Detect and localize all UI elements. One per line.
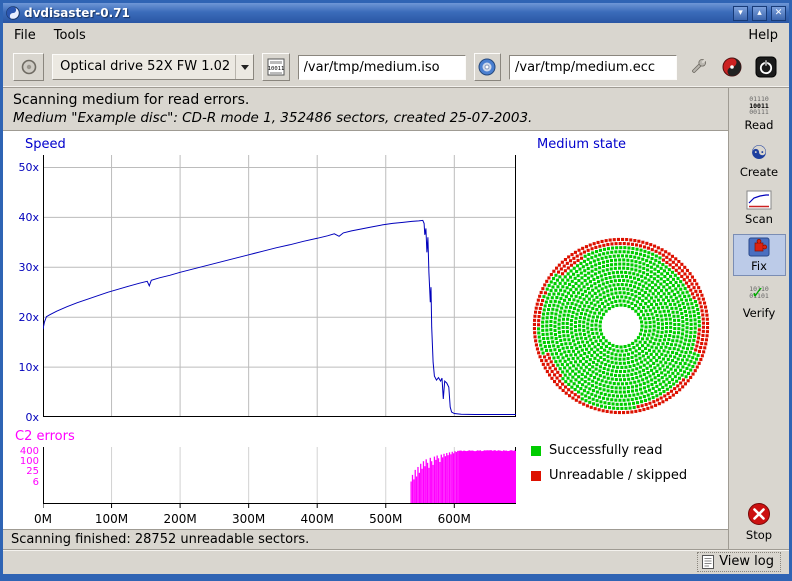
scan-canvas: Speed Medium state 0x 10x 20x 30x 40x 50x C2 … (3, 131, 728, 529)
sector-tick-100M: 100M (87, 512, 137, 526)
scan-button[interactable]: Scan (733, 187, 786, 229)
toolbar-right-group (685, 54, 779, 80)
speed-tick-50x: 50x (5, 161, 39, 174)
legend-item-read: Successfully read (531, 443, 662, 458)
c2-tick-6: 6 (5, 477, 39, 488)
svg-text:10011: 10011 (268, 66, 285, 72)
speed-tick-40x: 40x (5, 211, 39, 224)
stop-label: Stop (746, 528, 772, 542)
create-label: Create (740, 165, 778, 179)
left-column: Scanning medium for read errors. Medium … (3, 88, 728, 549)
power-icon (755, 56, 777, 78)
scan-result-text: Scanning finished: 28752 unreadable sect… (11, 532, 309, 547)
view-log-label: View log (719, 554, 774, 569)
ecc-disc-icon (477, 57, 497, 77)
red-disc-logo-icon (721, 56, 743, 78)
read-label: Read (745, 118, 774, 132)
stop-button[interactable]: Stop (733, 501, 786, 543)
stop-icon (747, 502, 771, 526)
speed-tick-20x: 20x (5, 311, 39, 324)
window-title: dvdisaster-0.71 (24, 6, 729, 20)
drive-icon (21, 59, 37, 75)
info-area: Scanning medium for read errors. Medium … (3, 88, 728, 131)
iso-file-button[interactable]: 10011 (262, 53, 289, 81)
chevron-down-icon (235, 55, 253, 79)
menu-file[interactable]: File (5, 25, 45, 46)
close-icon[interactable]: ✕ (771, 6, 786, 21)
speed-tick-0x: 0x (5, 411, 39, 424)
ecc-path-input[interactable] (509, 55, 677, 80)
medium-description: Medium "Example disc": CD-R mode 1, 3524… (13, 110, 718, 126)
legend-label-unreadable: Unreadable / skipped (549, 468, 687, 483)
quit-button[interactable] (753, 54, 779, 80)
view-log-button[interactable]: View log (697, 552, 781, 572)
speed-tick-30x: 30x (5, 261, 39, 274)
dvdisaster-logo-button[interactable] (719, 54, 745, 80)
preferences-button[interactable] (685, 54, 711, 80)
c2-chart-title: C2 errors (15, 429, 75, 444)
content-row: Scanning medium for read errors. Medium … (3, 88, 789, 549)
read-icon: 01110 10011 00111 (749, 96, 769, 116)
sector-tick-300M: 300M (224, 512, 274, 526)
c2-errors-chart (43, 447, 516, 509)
disc-visualization (526, 231, 716, 421)
maximize-icon[interactable]: ▴ (752, 6, 767, 21)
scan-icon (746, 190, 772, 210)
drive-button[interactable] (13, 53, 44, 81)
drive-select-value: Optical drive 52X FW 1.02 (53, 55, 235, 79)
sector-tick-400M: 400M (292, 512, 342, 526)
legend-label-read: Successfully read (549, 443, 662, 458)
minimize-icon[interactable]: ▾ (733, 6, 748, 21)
sector-tick-0M: 0M (18, 512, 68, 526)
speed-chart (43, 155, 516, 417)
scan-label: Scan (745, 212, 773, 226)
titlebar[interactable]: dvdisaster-0.71 ▾ ▴ ✕ (3, 3, 789, 23)
red-square-icon (531, 471, 541, 481)
bottom-bar: View log (3, 549, 789, 574)
medium-state-title: Medium state (537, 137, 626, 152)
wrench-icon (687, 56, 709, 78)
drive-select[interactable]: Optical drive 52X FW 1.02 (52, 54, 254, 80)
verify-label: Verify (743, 306, 776, 320)
speed-tick-10x: 10x (5, 361, 39, 374)
fix-puzzle-icon (748, 237, 770, 257)
status-headline: Scanning medium for read errors. (13, 92, 718, 108)
menubar: File Tools Help (3, 23, 789, 47)
fix-button[interactable]: Fix (733, 234, 786, 276)
menu-tools[interactable]: Tools (45, 25, 95, 46)
legend-item-unreadable: Unreadable / skipped (531, 468, 687, 483)
create-icon: ☯ (750, 143, 767, 163)
speed-chart-title: Speed (25, 137, 66, 152)
green-square-icon (531, 446, 541, 456)
sector-tick-500M: 500M (361, 512, 411, 526)
fix-label: Fix (751, 259, 767, 273)
verify-button[interactable]: 10110 01101 ✓ Verify (733, 281, 786, 323)
dvdisaster-window: dvdisaster-0.71 ▾ ▴ ✕ File Tools Help Op… (0, 0, 792, 581)
toolbar: Optical drive 52X FW 1.02 10011 (3, 47, 789, 88)
iso-path-input[interactable] (298, 55, 466, 80)
sector-tick-600M: 600M (429, 512, 479, 526)
app-icon (6, 6, 20, 20)
iso-image-icon: 10011 (266, 57, 286, 77)
read-button[interactable]: 01110 10011 00111 Read (733, 93, 786, 135)
sector-tick-200M: 200M (155, 512, 205, 526)
menu-help[interactable]: Help (739, 25, 787, 46)
ecc-file-button[interactable] (474, 53, 501, 81)
log-document-icon (702, 555, 714, 569)
scan-result-bar: Scanning finished: 28752 unreadable sect… (3, 529, 728, 549)
action-sidebar: 01110 10011 00111 Read ☯ Create Scan (728, 88, 789, 549)
verify-icon: 10110 01101 ✓ (746, 284, 772, 304)
create-button[interactable]: ☯ Create (733, 140, 786, 182)
